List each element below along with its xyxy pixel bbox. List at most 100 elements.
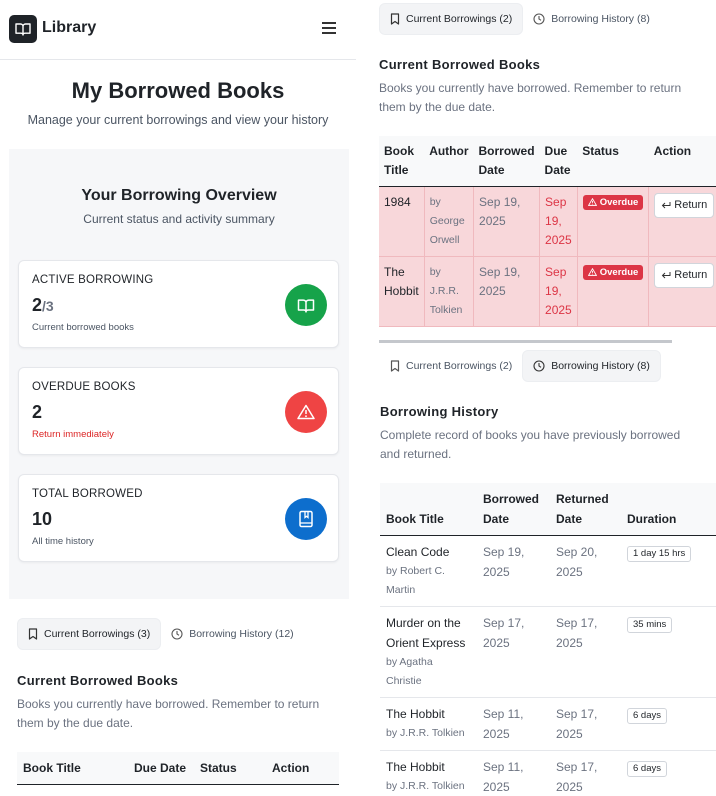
return-button[interactable]: Return xyxy=(654,193,715,218)
returned-date: Sep 17, 2025 xyxy=(550,750,621,796)
borrowing-overview: Your Borrowing Overview Current status a… xyxy=(9,149,349,599)
book-title: The Hobbit xyxy=(386,760,445,774)
section-title: Current Borrowed Books xyxy=(17,673,179,688)
open-book-icon xyxy=(285,284,327,326)
book-title: Clean Code xyxy=(386,545,450,559)
table-row: The Hobbit by J.R.R. Tolkien Sep 19, 202… xyxy=(379,256,716,327)
stat-label: OVERDUE BOOKS xyxy=(32,381,136,393)
borrowing-history-table: Book Title Borrowed Date Returned Date D… xyxy=(380,483,716,796)
section-description: Complete record of books you have previo… xyxy=(380,428,681,461)
status-cell: Overdue xyxy=(577,186,650,257)
duration-badge: 35 mins xyxy=(627,617,673,633)
tab-current-borrowings[interactable]: Current Borrowings (3) xyxy=(17,618,162,650)
bookmark-icon xyxy=(390,13,400,25)
mobile-view-right: Current Borrowings (2) Borrowing History… xyxy=(356,0,716,796)
book-cell: The Hobbit by J.R.R. Tolkien xyxy=(380,750,477,796)
column-header: Action xyxy=(648,136,716,187)
book-author: by J.R.R. Tolkien xyxy=(386,780,465,792)
table-header: Book Title Due Date Status Action xyxy=(17,752,339,785)
tab-label: Current Borrowings (2) xyxy=(406,360,513,372)
notebook-icon xyxy=(285,498,327,540)
tab-borrowing-history[interactable]: Borrowing History (12) xyxy=(161,618,303,650)
section-description: Books you currently have borrowed. Remem… xyxy=(379,81,682,114)
right-tab-bar-top: Current Borrowings (2) Borrowing History… xyxy=(379,3,660,35)
column-header: Returned Date xyxy=(550,483,621,536)
column-header: Book Title xyxy=(379,136,425,187)
stat-value: 10 xyxy=(32,509,53,529)
book-author: by Agatha Christie xyxy=(386,656,433,687)
table-row: 1984 by George Orwell Sep 19, 2025 Sep 1… xyxy=(379,186,716,257)
page-subtitle: Manage your current borrowings and view … xyxy=(27,113,329,127)
book-title: The Hobbit xyxy=(386,707,445,721)
stat-label: TOTAL BORROWED xyxy=(32,488,143,500)
hamburger-menu-icon[interactable] xyxy=(322,22,336,36)
book-title: 1984 xyxy=(379,186,425,257)
table-header-row: Book Title Borrowed Date Returned Date D… xyxy=(380,483,716,536)
stat-card-overdue: OVERDUE BOOKS 2 Return immediately xyxy=(18,367,339,455)
column-header: Author xyxy=(424,136,474,187)
stat-label: ACTIVE BORROWING xyxy=(32,274,154,286)
return-arrow-icon xyxy=(662,272,671,279)
warning-triangle-icon xyxy=(285,391,327,433)
overview-title: Your Borrowing Overview xyxy=(81,187,277,204)
borrowed-date: Sep 17, 2025 xyxy=(477,606,550,698)
library-logo-icon[interactable] xyxy=(9,15,37,43)
column-header: Duration xyxy=(621,483,716,536)
column-header: Borrowed Date xyxy=(477,483,550,536)
status-badge: Overdue xyxy=(582,194,644,210)
status-badge: Overdue xyxy=(582,264,644,280)
book-author: by J.R.R. Tolkien xyxy=(386,727,465,739)
table-row: Murder on the Orient Express by Agatha Ch… xyxy=(380,606,716,698)
tab-borrowing-history[interactable]: Borrowing History (8) xyxy=(523,3,660,35)
warning-icon xyxy=(587,198,597,206)
borrowed-date: Sep 19, 2025 xyxy=(473,186,541,257)
stat-note: Return immediately xyxy=(32,429,114,440)
section-title: Borrowing History xyxy=(380,404,499,419)
tab-label: Borrowing History (8) xyxy=(551,13,650,25)
left-tab-bar: Current Borrowings (3) Borrowing History… xyxy=(17,618,304,650)
section-title: Current Borrowed Books xyxy=(379,57,541,72)
action-cell: Return xyxy=(648,186,716,257)
brand-name[interactable]: Library xyxy=(42,19,96,37)
table-header-row: Book Title Author Borrowed Date Due Date… xyxy=(379,136,716,187)
duration-cell: 35 mins xyxy=(621,606,716,698)
column-header: Borrowed Date xyxy=(473,136,540,187)
return-arrow-icon xyxy=(662,202,671,209)
book-author: by J.R.R. Tolkien xyxy=(424,256,475,327)
column-header: Status xyxy=(200,761,237,775)
book-title: The Hobbit xyxy=(379,256,425,327)
status-cell: Overdue xyxy=(577,256,650,327)
stat-card-total: TOTAL BORROWED 10 All time history xyxy=(18,474,339,562)
book-cell: The Hobbit by J.R.R. Tolkien xyxy=(380,697,477,751)
page-title: My Borrowed Books xyxy=(71,78,285,103)
due-date: Sep 19, 2025 xyxy=(539,256,578,327)
overview-subtitle: Current status and activity summary xyxy=(83,212,275,226)
current-borrowings-table: Book Title Author Borrowed Date Due Date… xyxy=(379,136,716,327)
duration-cell: 6 days xyxy=(621,750,716,796)
duration-badge: 6 days xyxy=(627,708,667,724)
tab-borrowing-history[interactable]: Borrowing History (8) xyxy=(522,350,661,382)
tab-label: Current Borrowings (3) xyxy=(44,628,151,640)
tab-current-borrowings[interactable]: Current Borrowings (2) xyxy=(379,3,524,35)
book-cell: Clean Code by Robert C. Martin xyxy=(380,535,477,607)
tab-label: Borrowing History (8) xyxy=(551,360,650,372)
duration-badge: 1 day 15 hrs xyxy=(627,546,692,562)
table-row: The Hobbit by J.R.R. Tolkien Sep 11, 2025… xyxy=(380,750,716,796)
bookmark-icon xyxy=(390,360,400,372)
column-header: Book Title xyxy=(380,483,477,536)
duration-badge: 6 days xyxy=(627,761,667,777)
warning-icon xyxy=(587,268,597,276)
tab-label: Borrowing History (12) xyxy=(189,628,294,640)
right-tab-bar-mid: Current Borrowings (2) Borrowing History… xyxy=(380,350,661,382)
bookmark-icon xyxy=(28,628,38,640)
top-navbar: Library xyxy=(0,0,356,60)
tab-current-borrowings[interactable]: Current Borrowings (2) xyxy=(380,350,522,382)
due-date: Sep 19, 2025 xyxy=(539,186,578,257)
horizontal-scrollbar[interactable] xyxy=(379,340,672,343)
tab-label: Current Borrowings (2) xyxy=(406,13,513,25)
column-header: Due Date xyxy=(539,136,578,187)
stat-value: 2/3 xyxy=(32,295,54,315)
duration-cell: 6 days xyxy=(621,697,716,751)
column-header: Book Title xyxy=(23,761,81,775)
return-button[interactable]: Return xyxy=(654,263,715,288)
